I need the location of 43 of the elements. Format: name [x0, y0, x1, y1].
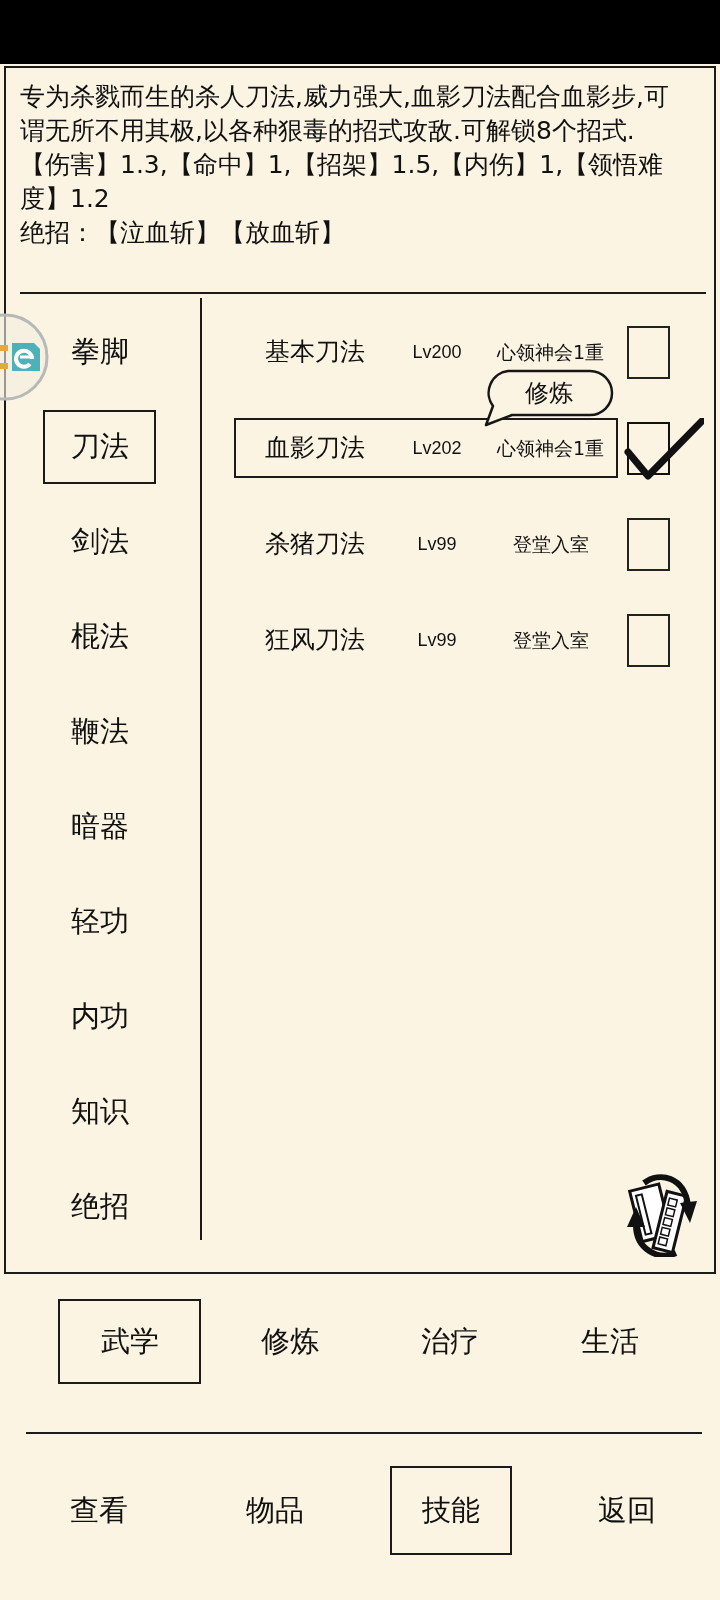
section-tab[interactable]: 治疗 [378, 1299, 521, 1384]
skill-rank: 登堂入室 [512, 627, 589, 653]
category-tab[interactable]: 知识 [43, 1075, 156, 1149]
skill-description: 专为杀戮而生的杀人刀法,威力强大,血影刀法配合血影步,可谓无所不用其极,以各种狠毒的招式攻敌.可解锁8个招式. [20, 81, 670, 147]
category-tab[interactable]: 暗器 [43, 790, 156, 864]
checkbox[interactable] [627, 421, 670, 475]
skill-level: Lv200 [412, 340, 462, 364]
category-tab[interactable]: 刀法 [43, 410, 156, 484]
training-bubble-button[interactable]: 修炼 [482, 369, 616, 427]
category-tab[interactable]: 绝招 [43, 1170, 156, 1244]
skill-rank: 登堂入室 [512, 531, 589, 557]
skill-rank: 心领神会1重 [496, 435, 605, 461]
section-tab[interactable]: 生活 [538, 1299, 681, 1384]
skill-row[interactable]: 血影刀法 Lv202 心领神会1重 [234, 418, 618, 478]
floating-bubble-icon[interactable] [0, 313, 49, 401]
skill-row[interactable]: 杀猪刀法 Lv99 登堂入室 [234, 514, 618, 574]
skill-stats: 【伤害】1.3,【命中】1,【招架】1.5,【内伤】1,【领悟难度】1.2 [20, 149, 665, 215]
checkbox[interactable] [627, 325, 670, 379]
skill-name: 基本刀法 [265, 336, 366, 369]
nav-button[interactable]: 物品 [214, 1466, 336, 1555]
category-tab[interactable]: 拳脚 [43, 315, 156, 389]
skill-level: Lv99 [417, 628, 457, 652]
category-tab[interactable]: 剑法 [43, 505, 156, 579]
skill-level: Lv202 [412, 436, 462, 460]
nav-button[interactable]: 技能 [390, 1466, 512, 1555]
nav-button[interactable]: 查看 [38, 1466, 160, 1555]
category-tab[interactable]: 内功 [43, 980, 156, 1054]
skill-row[interactable]: 狂风刀法 Lv99 登堂入室 [234, 610, 618, 670]
skill-level: Lv99 [417, 532, 457, 556]
special-moves: 绝招：【泣血斩】【放血斩】 [20, 217, 346, 249]
nav-button[interactable]: 返回 [566, 1466, 688, 1555]
skill-name: 血影刀法 [265, 432, 366, 465]
skill-rank: 心领神会1重 [496, 339, 605, 365]
section-tab[interactable]: 武学 [58, 1299, 201, 1384]
skill-name: 狂风刀法 [265, 624, 366, 657]
checkbox[interactable] [627, 613, 670, 667]
check-icon [624, 417, 704, 480]
category-tab[interactable]: 轻功 [43, 885, 156, 959]
skill-name: 杀猪刀法 [265, 528, 366, 561]
category-tab[interactable]: 棍法 [43, 600, 156, 674]
category-tab[interactable]: 鞭法 [43, 695, 156, 769]
section-tab[interactable]: 修炼 [218, 1299, 361, 1384]
checkbox[interactable] [627, 517, 670, 571]
